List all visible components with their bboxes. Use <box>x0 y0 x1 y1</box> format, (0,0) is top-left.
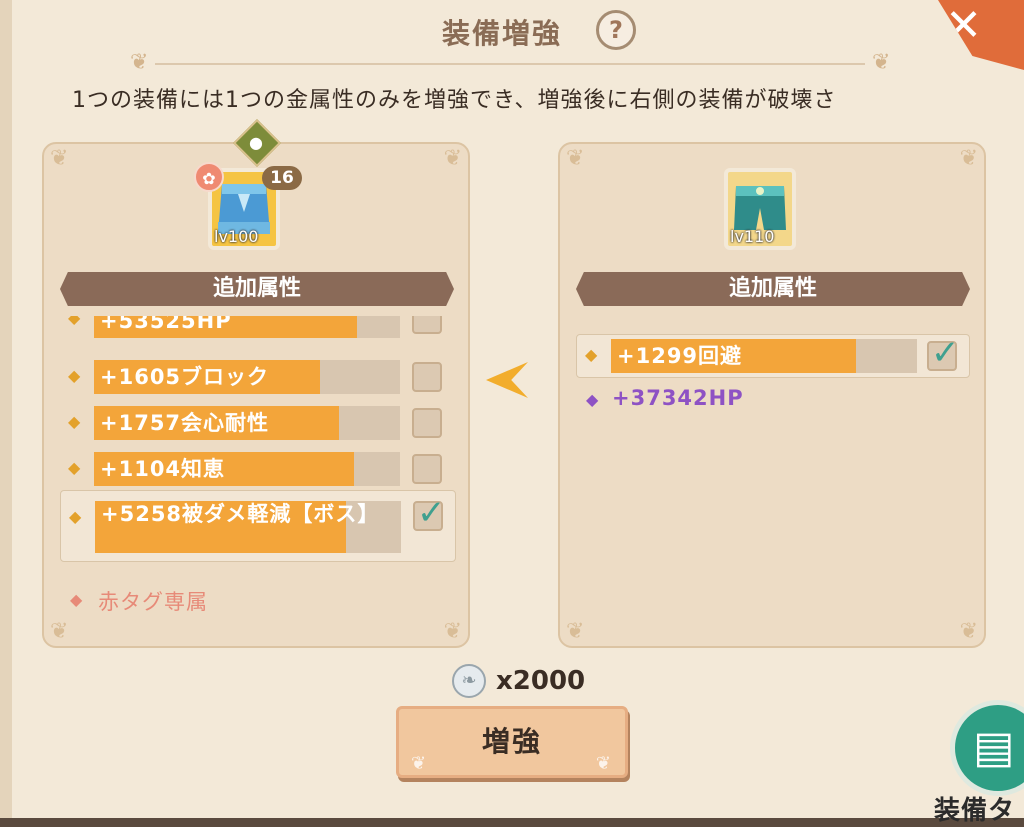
corner-ornament-icon: ❦ <box>566 619 585 644</box>
enhance-button[interactable]: ❦ 増強 ❦ <box>396 706 628 778</box>
cost-amount: x2000 <box>496 666 586 696</box>
diamond-icon: ◆ <box>586 390 599 409</box>
diamond-icon: ◆ <box>70 590 83 609</box>
diamond-icon: ◆ <box>68 366 81 385</box>
corner-ornament-icon: ❦ <box>959 619 978 644</box>
diamond-icon: ◆ <box>68 316 81 327</box>
attribute-bar: +1757会心耐性 <box>94 406 400 440</box>
title-divider <box>155 63 865 65</box>
attribute-row[interactable]: ◆ +1757会心耐性 <box>60 404 456 442</box>
equipment-enhance-dialog: ✕ 装備増強 ? ❦ ❦ 1つの装備には1つの金属性のみを増強でき、増強後に右側… <box>0 0 1024 826</box>
attribute-row[interactable]: ◆ +1104知恵 <box>60 450 456 488</box>
diamond-icon: ◆ <box>68 458 81 477</box>
book-icon: ▤ <box>973 722 1015 773</box>
attribute-row-selected[interactable]: ◆ +1299回避 ✓ <box>576 333 970 378</box>
page-title: 装備増強 <box>0 12 1024 52</box>
leaf-ornament-icon: ❦ <box>872 50 891 75</box>
diamond-icon: ◆ <box>69 507 82 526</box>
attribute-row[interactable]: ◆ +53525HP <box>60 316 456 346</box>
attribute-text: +37342HP <box>612 386 744 410</box>
description-text: 1つの装備には1つの金属性のみを増強でき、増強後に右側の装備が破壊さ <box>72 88 837 113</box>
corner-ornament-icon: ❦ <box>443 619 462 644</box>
set-badge-icon: ● <box>232 118 282 168</box>
attribute-bar: +5258被ダメ軽減【ボス】 <box>95 501 401 553</box>
checkmark-icon: ✓ <box>931 333 960 373</box>
attribute-checkbox[interactable] <box>412 408 442 438</box>
attribute-text: +5258被ダメ軽減【ボス】 <box>101 502 380 526</box>
additional-attributes-header: 追加属性 <box>576 272 970 306</box>
additional-attributes-header: 追加属性 <box>60 272 454 306</box>
count-badge: 16 <box>262 166 302 190</box>
leaf-ornament-icon: ❦ <box>411 753 429 774</box>
attribute-bar: +1299回避 <box>611 339 917 373</box>
attribute-checkbox[interactable] <box>412 454 442 484</box>
target-equipment-card: ❦ ❦ ❦ ❦ lv100 16 ✿ ● 追加属性 ◆ +53525HP ◆ +… <box>42 118 470 648</box>
item-level-left: lv100 <box>214 227 259 246</box>
source-equipment-card: ❦ ❦ ❦ ❦ lv110 追加属性 ◆ +1299回避 ✓ ◆ +37342H… <box>558 142 986 648</box>
attribute-row[interactable]: ◆ +1605ブロック <box>60 358 456 396</box>
attribute-bar: +1104知恵 <box>94 452 400 486</box>
enhance-button-label: 増強 <box>481 725 542 758</box>
attribute-text: +53525HP <box>100 316 232 333</box>
help-button[interactable]: ? <box>596 10 636 50</box>
transfer-arrow-icon[interactable] <box>486 362 528 398</box>
checkmark-icon: ✓ <box>417 493 446 533</box>
attribute-bar: +53525HP <box>94 316 400 338</box>
page-title-text: 装備増強 <box>441 17 562 50</box>
leaf-ornament-icon: ❦ <box>130 50 149 75</box>
red-tag-exclusive-label: 赤タグ専属 <box>98 590 208 614</box>
equipment-slot-right[interactable]: lv110 <box>724 168 796 250</box>
attribute-checkbox[interactable] <box>412 316 442 334</box>
corner-ornament-icon: ❦ <box>443 146 462 171</box>
attribute-text: +1299回避 <box>617 344 743 368</box>
attribute-checkbox[interactable] <box>412 362 442 392</box>
flower-icon: ✿ <box>194 162 224 192</box>
equipment-tag-button[interactable]: ▤ <box>950 700 1024 796</box>
equipment-tag-label: 装備タ <box>934 796 1016 826</box>
corner-ornament-icon: ❦ <box>50 619 69 644</box>
corner-ornament-icon: ❦ <box>566 146 585 171</box>
corner-ornament-icon: ❦ <box>959 146 978 171</box>
leaf-ornament-icon: ❦ <box>595 753 613 774</box>
diamond-icon: ◆ <box>68 412 81 431</box>
attribute-row-selected[interactable]: ◆ +5258被ダメ軽減【ボス】 ✓ <box>60 490 456 562</box>
attribute-text: +1605ブロック <box>100 365 270 389</box>
item-level-right: lv110 <box>730 227 775 246</box>
diamond-icon: ◆ <box>585 345 598 364</box>
question-icon: ? <box>609 16 623 44</box>
leaf-currency-icon: ❧ <box>452 664 486 698</box>
attribute-text: +1104知恵 <box>100 457 226 481</box>
attribute-bar: +1605ブロック <box>94 360 400 394</box>
attribute-checkbox[interactable]: ✓ <box>927 333 960 373</box>
corner-ornament-icon: ❦ <box>50 146 69 171</box>
attribute-text: +1757会心耐性 <box>100 411 270 435</box>
attribute-checkbox[interactable]: ✓ <box>413 493 446 533</box>
